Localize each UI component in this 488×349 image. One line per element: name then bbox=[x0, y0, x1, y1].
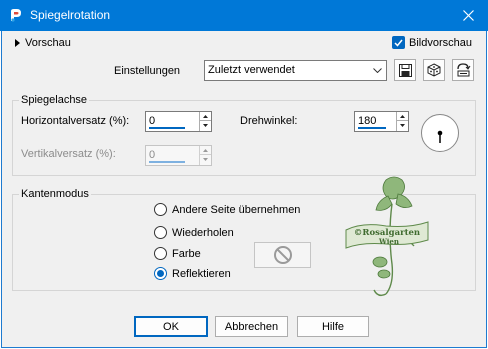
rotation-dial[interactable] bbox=[421, 114, 459, 152]
vertical-offset-spinner: 0 bbox=[145, 145, 212, 166]
spin-up-icon[interactable] bbox=[200, 112, 211, 121]
rotation-label: Drehwinkel: bbox=[240, 115, 298, 127]
checkbox-checked-icon[interactable] bbox=[392, 36, 405, 49]
kantenmodus-title: Kantenmodus bbox=[19, 188, 91, 200]
radio-farbe[interactable]: Farbe bbox=[154, 247, 201, 260]
radio-label: Andere Seite übernehmen bbox=[172, 203, 301, 216]
radio-reflektieren[interactable]: Reflektieren bbox=[154, 267, 231, 280]
preset-value: Zuletzt verwendet bbox=[208, 64, 295, 76]
value-slider-bar[interactable] bbox=[358, 127, 386, 129]
radio-selected-icon[interactable] bbox=[154, 267, 167, 280]
help-button[interactable]: Hilfe bbox=[297, 316, 369, 337]
vertical-offset-value: 0 bbox=[149, 149, 156, 161]
help-label: Hilfe bbox=[321, 320, 344, 333]
horizontal-offset-spinner[interactable]: 0 bbox=[145, 111, 212, 132]
radio-wiederholen[interactable]: Wiederholen bbox=[154, 226, 234, 239]
value-slider-bar bbox=[149, 161, 185, 163]
reset-button[interactable] bbox=[452, 59, 474, 81]
prohibited-icon bbox=[273, 246, 292, 264]
spiegelachse-title: Spiegelachse bbox=[19, 94, 90, 106]
spin-up-icon[interactable] bbox=[397, 112, 408, 121]
cancel-button[interactable]: Abbrechen bbox=[215, 316, 288, 337]
preset-select[interactable]: Zuletzt verwendet bbox=[204, 60, 387, 81]
preview-toggle[interactable]: Vorschau bbox=[15, 37, 71, 49]
close-button[interactable] bbox=[448, 0, 488, 31]
bildvorschau-label: Bildvorschau bbox=[409, 36, 472, 49]
title-bar: Spiegelrotation bbox=[0, 0, 488, 31]
reset-icon bbox=[456, 63, 470, 77]
radio-icon[interactable] bbox=[154, 203, 167, 216]
watermark-logo: ©Rosalgarten Wien bbox=[342, 174, 430, 300]
psp-app-icon bbox=[9, 8, 23, 22]
randomize-icon bbox=[427, 63, 441, 77]
value-slider-bar[interactable] bbox=[149, 127, 185, 129]
radio-label: Farbe bbox=[172, 247, 201, 260]
ok-button[interactable]: OK bbox=[134, 316, 208, 337]
save-icon bbox=[398, 63, 412, 77]
radio-icon[interactable] bbox=[154, 226, 167, 239]
preview-label: Vorschau bbox=[25, 37, 71, 49]
window-title: Spiegelrotation bbox=[30, 8, 111, 22]
rotation-value[interactable]: 180 bbox=[358, 115, 376, 127]
chevron-down-icon[interactable] bbox=[369, 61, 386, 80]
horizontal-offset-value[interactable]: 0 bbox=[149, 115, 155, 127]
radio-andere-seite[interactable]: Andere Seite übernehmen bbox=[154, 203, 300, 216]
save-preset-button[interactable] bbox=[394, 59, 416, 81]
vertical-offset-label: Vertikalversatz (%): bbox=[21, 148, 116, 160]
color-swatch bbox=[254, 242, 311, 268]
spin-up-icon bbox=[200, 146, 211, 155]
radio-icon[interactable] bbox=[154, 247, 167, 260]
spin-down-icon[interactable] bbox=[200, 121, 211, 130]
radio-label: Wiederholen bbox=[172, 226, 234, 239]
bildvorschau-checkbox[interactable]: Bildvorschau bbox=[392, 36, 472, 49]
randomize-button[interactable] bbox=[423, 59, 445, 81]
radio-label: Reflektieren bbox=[172, 267, 231, 280]
dial-needle-icon bbox=[437, 130, 443, 143]
spin-down-icon bbox=[200, 155, 211, 164]
einstellungen-label: Einstellungen bbox=[114, 65, 181, 77]
cancel-label: Abbrechen bbox=[224, 320, 279, 333]
rotation-spinner[interactable]: 180 bbox=[354, 111, 409, 132]
expand-triangle-icon bbox=[15, 39, 20, 47]
horizontal-offset-label: Horizontalversatz (%): bbox=[21, 115, 130, 127]
spin-down-icon[interactable] bbox=[397, 121, 408, 130]
watermark-line2: Wien bbox=[378, 237, 399, 246]
close-icon bbox=[462, 10, 474, 21]
ok-label: OK bbox=[163, 320, 179, 333]
